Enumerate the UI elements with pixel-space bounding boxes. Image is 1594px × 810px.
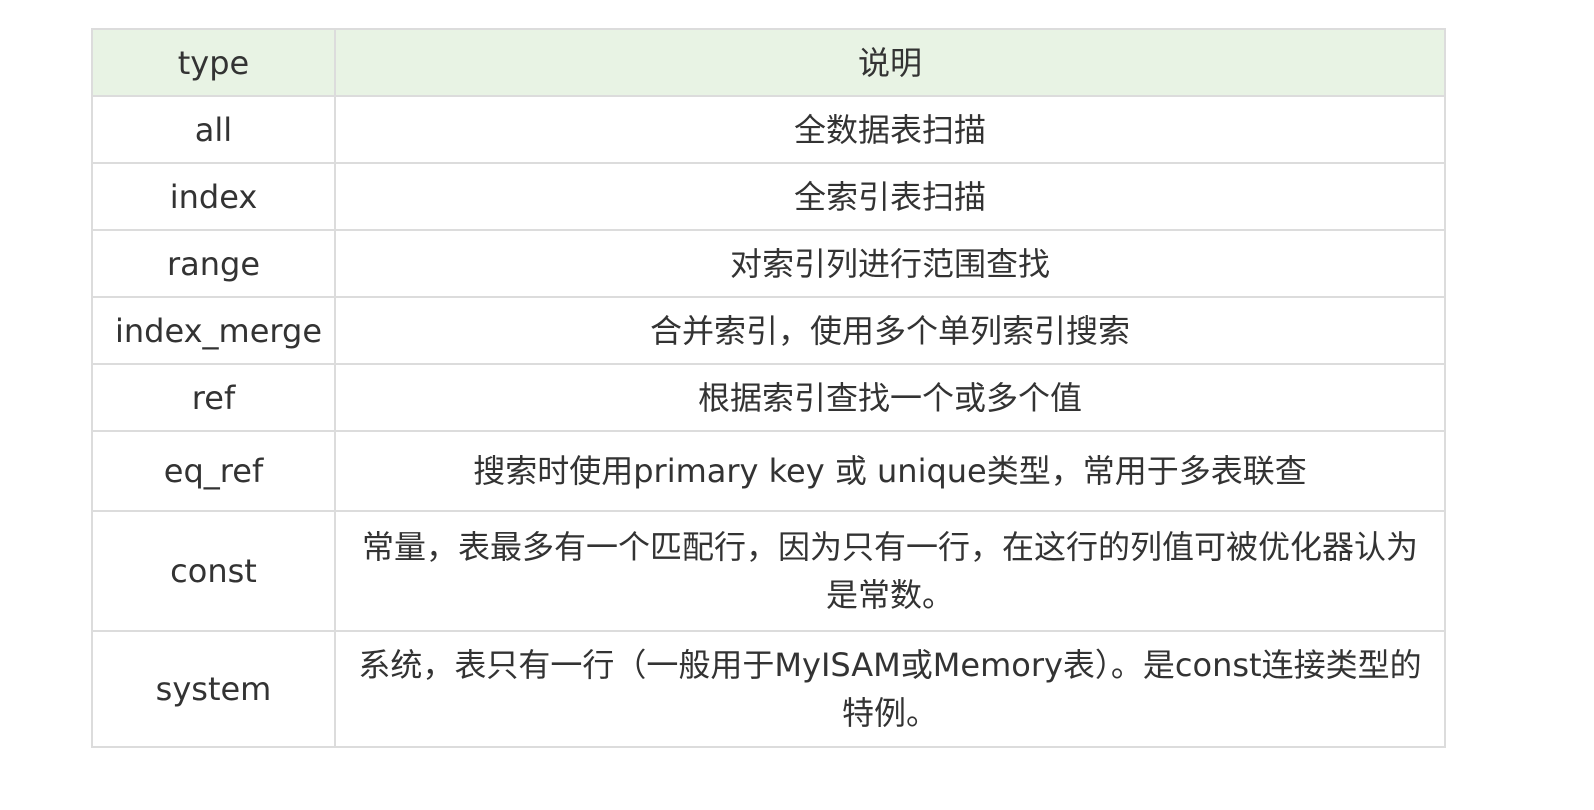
table-row: all 全数据表扫描 [91, 95, 1446, 164]
type-cell: const [91, 510, 336, 632]
description-cell: 常量，表最多有一个匹配行，因为只有一行，在这行的列值可被优化器认为是常数。 [334, 510, 1446, 632]
description-cell: 全索引表扫描 [334, 162, 1446, 231]
header-description: 说明 [334, 28, 1446, 97]
header-type: type [91, 28, 336, 97]
table-row: index_merge 合并索引，使用多个单列索引搜索 [91, 296, 1446, 365]
table-header-row: type 说明 [91, 28, 1446, 97]
explain-type-table: type 说明 all 全数据表扫描 index 全索引表扫描 range 对索… [91, 28, 1446, 748]
table-row: eq_ref 搜索时使用primary key 或 unique类型，常用于多表… [91, 430, 1446, 512]
description-cell: 系统，表只有一行（一般用于MyISAM或Memory表）。是const连接类型的… [334, 630, 1446, 748]
type-cell: eq_ref [91, 430, 336, 512]
description-cell: 对索引列进行范围查找 [334, 229, 1446, 298]
type-cell: system [91, 630, 336, 748]
table-row: range 对索引列进行范围查找 [91, 229, 1446, 298]
type-cell: all [91, 95, 336, 164]
type-cell: index_merge [91, 296, 336, 365]
table-row: ref 根据索引查找一个或多个值 [91, 363, 1446, 432]
type-cell: ref [91, 363, 336, 432]
description-cell: 搜索时使用primary key 或 unique类型，常用于多表联查 [334, 430, 1446, 512]
description-cell: 根据索引查找一个或多个值 [334, 363, 1446, 432]
table-row: const 常量，表最多有一个匹配行，因为只有一行，在这行的列值可被优化器认为是… [91, 510, 1446, 632]
type-cell: index [91, 162, 336, 231]
table-row: index 全索引表扫描 [91, 162, 1446, 231]
table-row: system 系统，表只有一行（一般用于MyISAM或Memory表）。是con… [91, 630, 1446, 748]
description-cell: 合并索引，使用多个单列索引搜索 [334, 296, 1446, 365]
description-cell: 全数据表扫描 [334, 95, 1446, 164]
type-cell: range [91, 229, 336, 298]
